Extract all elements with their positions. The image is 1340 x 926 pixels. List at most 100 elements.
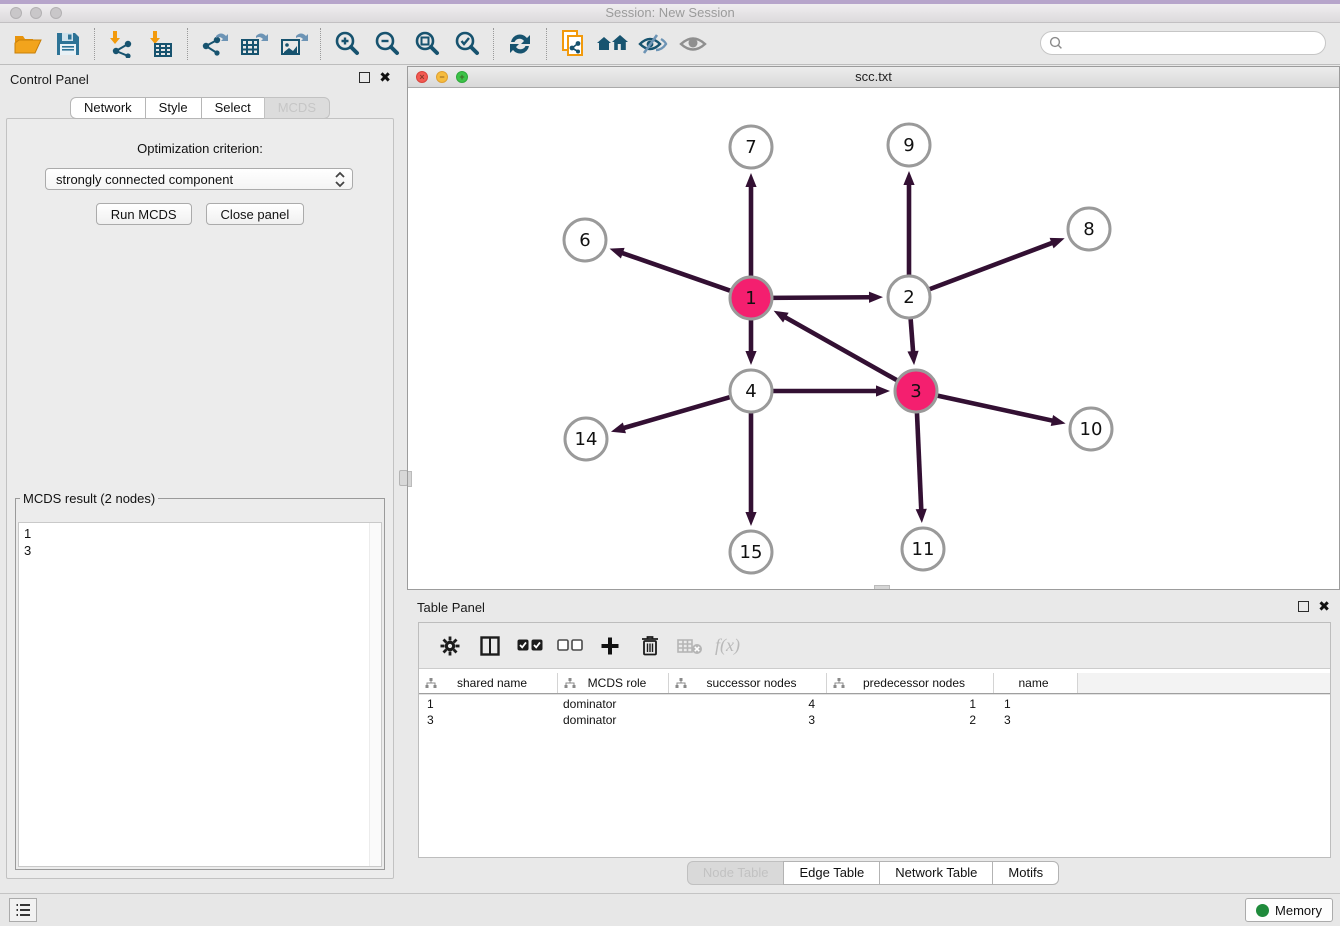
- table-settings-button[interactable]: [435, 631, 465, 661]
- first-neighbors-button[interactable]: [593, 26, 633, 62]
- table-row[interactable]: 3 dominator 3 2 3: [419, 713, 1330, 729]
- maximize-window-button[interactable]: [50, 7, 62, 19]
- zoom-selected-button[interactable]: [447, 26, 487, 62]
- float-table-panel-icon[interactable]: [1298, 601, 1309, 612]
- edge-arrowhead-icon: [916, 509, 927, 523]
- graph-edge-1-6[interactable]: [621, 253, 733, 292]
- column-view-button[interactable]: [475, 631, 505, 661]
- cell-name[interactable]: 3: [994, 713, 1078, 729]
- tab-mcds[interactable]: MCDS: [264, 97, 330, 119]
- graph-node-9[interactable]: 9: [888, 124, 930, 166]
- zoom-out-button[interactable]: [367, 26, 407, 62]
- graph-edge-3-11[interactable]: [917, 410, 921, 511]
- canvas-left-grip-icon[interactable]: [408, 471, 412, 487]
- graph-edge-3-10[interactable]: [935, 395, 1054, 421]
- tab-network[interactable]: Network: [70, 97, 146, 119]
- graph-node-11[interactable]: 11: [902, 528, 944, 570]
- graph-node-2[interactable]: 2: [888, 276, 930, 318]
- minimize-window-button[interactable]: [30, 7, 42, 19]
- network-window-titlebar[interactable]: × − + scc.txt: [408, 67, 1339, 88]
- graph-edge-4-14[interactable]: [622, 396, 732, 428]
- export-image-button[interactable]: [274, 26, 314, 62]
- tab-edge-table[interactable]: Edge Table: [783, 861, 880, 885]
- cell-successor-nodes[interactable]: 3: [669, 713, 827, 729]
- cell-mcds-role[interactable]: dominator: [558, 713, 669, 729]
- zoom-fit-button[interactable]: [407, 26, 447, 62]
- result-scrollbar[interactable]: [369, 523, 381, 866]
- svg-text:9: 9: [903, 135, 914, 156]
- graph-node-1[interactable]: 1: [730, 277, 772, 319]
- import-table-button[interactable]: [141, 26, 181, 62]
- tab-motifs[interactable]: Motifs: [992, 861, 1059, 885]
- graph-node-4[interactable]: 4: [730, 370, 772, 412]
- refresh-network-button[interactable]: [500, 26, 540, 62]
- column-header-predecessor-nodes[interactable]: predecessor nodes: [827, 673, 994, 693]
- zoom-in-button[interactable]: [327, 26, 367, 62]
- canvas-bottom-grip-icon[interactable]: [874, 585, 890, 589]
- deselect-all-button[interactable]: [555, 631, 585, 661]
- graph-edge-2-8[interactable]: [927, 242, 1054, 290]
- svg-text:8: 8: [1083, 219, 1094, 240]
- column-header-name[interactable]: name: [994, 673, 1078, 693]
- toolbar-separator: [546, 28, 547, 60]
- duplicate-network-button[interactable]: [553, 26, 593, 62]
- column-header-shared-name[interactable]: shared name: [419, 673, 558, 693]
- plus-icon: [600, 636, 620, 656]
- import-network-button[interactable]: [101, 26, 141, 62]
- search-box[interactable]: [1040, 31, 1326, 55]
- tab-node-table[interactable]: Node Table: [687, 861, 785, 885]
- edge-arrowhead-icon: [907, 351, 918, 365]
- mcds-result-area[interactable]: 1 3: [18, 522, 382, 867]
- graph-node-7[interactable]: 7: [730, 126, 772, 168]
- export-network-button[interactable]: [194, 26, 234, 62]
- edge-arrowhead-icon: [869, 292, 883, 303]
- close-table-panel-icon[interactable]: ✖: [1318, 601, 1330, 612]
- cell-shared-name[interactable]: 1: [419, 697, 558, 713]
- graph-node-15[interactable]: 15: [730, 531, 772, 573]
- close-window-button[interactable]: [10, 7, 22, 19]
- select-all-button[interactable]: [515, 631, 545, 661]
- memory-button[interactable]: Memory: [1245, 898, 1333, 922]
- graph-node-8[interactable]: 8: [1068, 208, 1110, 250]
- tab-select[interactable]: Select: [201, 97, 265, 119]
- cell-shared-name[interactable]: 3: [419, 713, 558, 729]
- tab-style[interactable]: Style: [145, 97, 202, 119]
- save-session-button[interactable]: [48, 26, 88, 62]
- graph-node-14[interactable]: 14: [565, 418, 607, 460]
- cell-predecessor-nodes[interactable]: 2: [827, 713, 994, 729]
- svg-text:7: 7: [745, 137, 756, 158]
- graph-edge-2-3[interactable]: [910, 316, 913, 353]
- tab-network-table[interactable]: Network Table: [879, 861, 993, 885]
- table-row[interactable]: 1 dominator 4 1 1: [419, 697, 1330, 713]
- svg-text:1: 1: [745, 288, 756, 309]
- close-network-button[interactable]: ×: [416, 71, 428, 83]
- cell-name[interactable]: 1: [994, 697, 1078, 713]
- graph-node-6[interactable]: 6: [564, 219, 606, 261]
- open-session-button[interactable]: [8, 26, 48, 62]
- delete-column-button[interactable]: [635, 631, 665, 661]
- show-all-button: [673, 26, 713, 62]
- close-panel-icon[interactable]: ✖: [379, 72, 391, 83]
- graph-node-3[interactable]: 3: [895, 370, 937, 412]
- graph-edge-3-1[interactable]: [784, 317, 899, 382]
- cell-mcds-role[interactable]: dominator: [558, 697, 669, 713]
- run-mcds-button[interactable]: Run MCDS: [96, 203, 192, 225]
- export-table-button[interactable]: [234, 26, 274, 62]
- network-canvas[interactable]: 7 9 6 8 1 2 4 3 14 10 15 11: [408, 89, 1339, 589]
- minimize-network-button[interactable]: −: [436, 71, 448, 83]
- search-input[interactable]: [1068, 36, 1317, 50]
- network-graph[interactable]: 7 9 6 8 1 2 4 3 14 10 15 11: [408, 89, 1339, 589]
- cell-successor-nodes[interactable]: 4: [669, 697, 827, 713]
- show-task-history-button[interactable]: [9, 898, 37, 922]
- hide-selected-button[interactable]: [633, 26, 673, 62]
- graph-node-10[interactable]: 10: [1070, 408, 1112, 450]
- cell-predecessor-nodes[interactable]: 1: [827, 697, 994, 713]
- column-header-successor-nodes[interactable]: successor nodes: [669, 673, 827, 693]
- graph-edge-1-2[interactable]: [770, 297, 871, 298]
- float-panel-icon[interactable]: [359, 72, 370, 83]
- optimization-criterion-select[interactable]: strongly connected component: [45, 168, 353, 190]
- add-column-button[interactable]: [595, 631, 625, 661]
- column-header-mcds-role[interactable]: MCDS role: [558, 673, 669, 693]
- close-panel-button[interactable]: Close panel: [206, 203, 305, 225]
- maximize-network-button[interactable]: +: [456, 71, 468, 83]
